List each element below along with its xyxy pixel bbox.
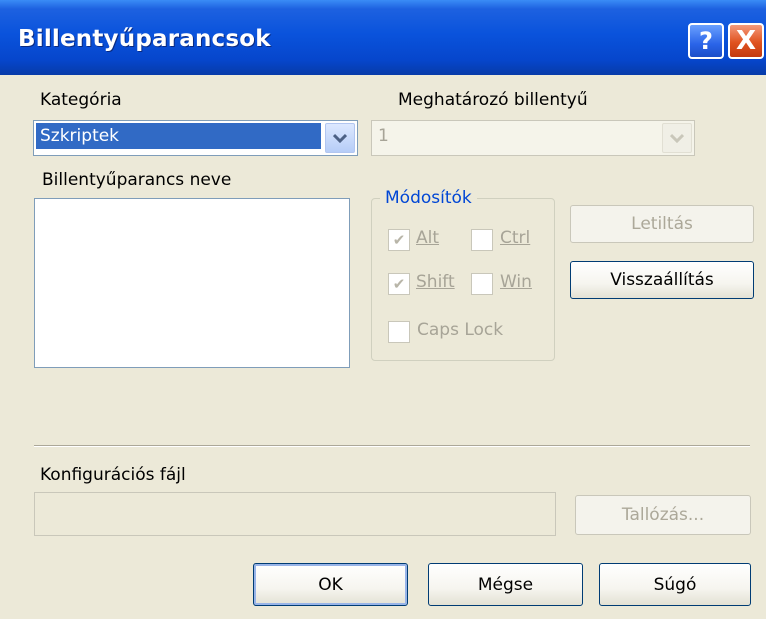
ctrl-label: Ctrl (500, 228, 531, 248)
config-file-field (34, 492, 556, 536)
browse-button: Tallózás... (575, 495, 751, 535)
shortcut-name-label: Billentyűparancs neve (42, 170, 232, 190)
chevron-down-icon[interactable] (325, 123, 355, 153)
modifiers-legend: Módosítók (380, 188, 477, 208)
category-label: Kategória (40, 90, 122, 110)
category-dropdown[interactable]: Szkriptek (33, 120, 358, 156)
checkmark-icon: ✔ (392, 275, 406, 293)
trigger-key-dropdown: 1 (371, 120, 695, 156)
close-button[interactable]: X (728, 23, 764, 59)
reset-button[interactable]: Visszaállítás (570, 261, 754, 299)
config-file-label: Konfigurációs fájl (40, 465, 186, 485)
shift-checkbox: ✔ (388, 273, 410, 295)
help-icon: ? (699, 27, 713, 55)
alt-checkbox: ✔ (388, 229, 410, 251)
chevron-down-icon (662, 123, 692, 153)
trigger-key-selected-value: 1 (378, 126, 389, 146)
title-bar[interactable]: Billentyűparancsok ? X (0, 0, 766, 75)
category-selected-value: Szkriptek (36, 123, 321, 149)
capslock-checkbox (388, 321, 410, 343)
ok-button[interactable]: OK (253, 563, 408, 606)
separator (34, 445, 750, 447)
close-icon: X (735, 26, 757, 56)
help-dialog-button[interactable]: Súgó (599, 563, 751, 606)
alt-label: Alt (416, 228, 440, 248)
cancel-button[interactable]: Mégse (428, 563, 583, 606)
window-title: Billentyűparancsok (18, 26, 271, 52)
ctrl-checkbox (471, 229, 493, 251)
capslock-label: Caps Lock (417, 320, 504, 340)
win-checkbox (471, 273, 493, 295)
shortcut-dialog: Billentyűparancsok ? X Kategória Szkript… (0, 0, 766, 619)
checkmark-icon: ✔ (392, 231, 406, 249)
shortcut-name-list[interactable] (34, 198, 350, 368)
win-label: Win (500, 272, 532, 292)
disable-button: Letiltás (570, 205, 754, 243)
trigger-key-label: Meghatározó billentyű (398, 90, 588, 110)
help-button[interactable]: ? (688, 23, 724, 59)
shift-label: Shift (416, 272, 455, 292)
